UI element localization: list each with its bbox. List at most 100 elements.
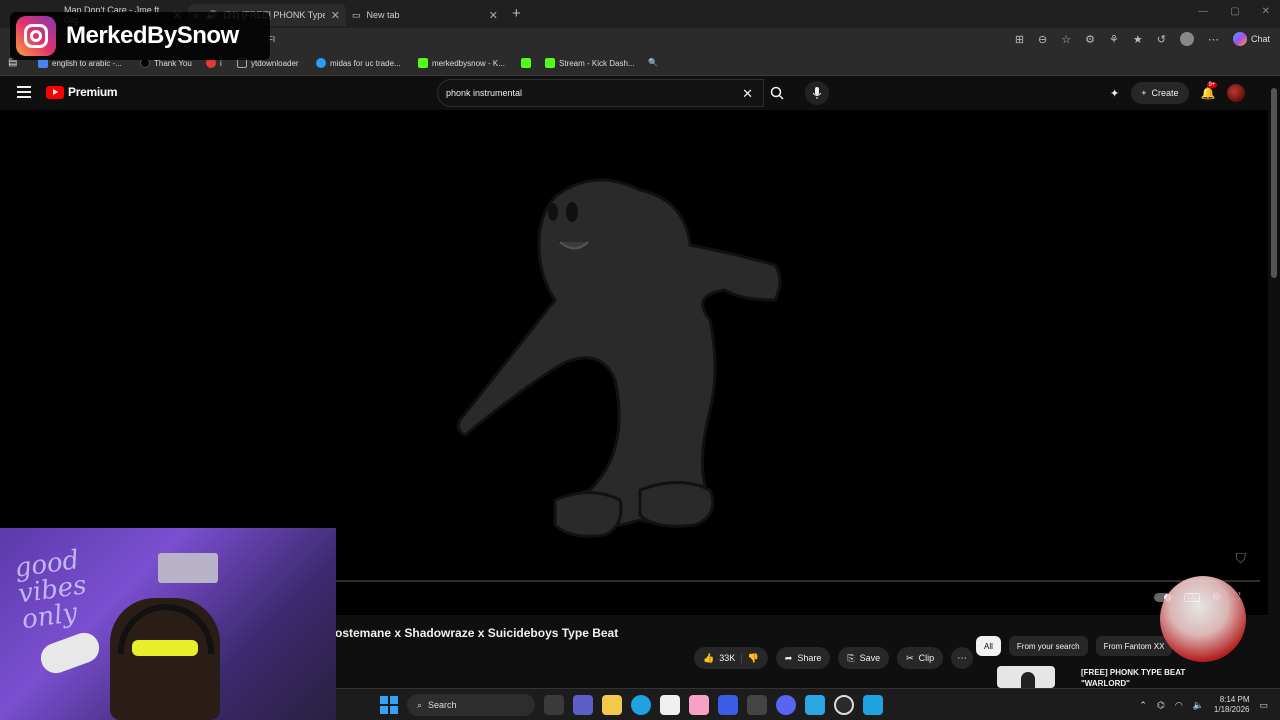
thumbs-up-icon: 👍 bbox=[703, 652, 715, 663]
page-scrollbar[interactable] bbox=[1268, 76, 1280, 688]
favorites-icon[interactable]: ★ bbox=[1133, 33, 1143, 46]
instagram-handle-overlay: MerkedBySnow bbox=[10, 12, 270, 60]
clock-date: 1/18/2026 bbox=[1213, 705, 1250, 714]
screen: { "browser": { "tabs": [ {"title": "Man … bbox=[0, 0, 1280, 720]
recommendation-title[interactable]: [FREE] PHONK TYPE BEAT "WARLORD" bbox=[1081, 667, 1191, 689]
decorative-orb bbox=[1160, 576, 1246, 662]
window-close-icon[interactable]: ✕ bbox=[1262, 6, 1270, 17]
bookmark-item[interactable]: midas for uc trade... bbox=[316, 58, 401, 68]
search-query: phonk instrumental bbox=[446, 88, 523, 98]
clip-label: Clip bbox=[918, 653, 935, 663]
apps-icon[interactable]: ⊞ bbox=[1015, 33, 1024, 46]
windows-start-icon[interactable] bbox=[380, 696, 398, 714]
save-label: Save bbox=[859, 653, 881, 663]
search-icon bbox=[770, 86, 784, 100]
search-input[interactable]: phonk instrumental ✕ bbox=[437, 79, 764, 107]
more-actions-button[interactable]: ⋯ bbox=[951, 647, 974, 669]
youtube-header: Premium phonk instrumental ✕ ✦ + Create … bbox=[0, 76, 1268, 110]
thumbs-down-icon[interactable]: 👎 bbox=[748, 653, 759, 664]
edge-icon[interactable] bbox=[631, 695, 651, 715]
video-actions: 👍 33K | 👎 ➦ Share ⎘ Save ✂ Clip ⋯ bbox=[694, 647, 974, 669]
close-icon[interactable]: ✕ bbox=[331, 9, 340, 22]
avatar[interactable] bbox=[1227, 84, 1246, 102]
recording-icon[interactable]: ✦ bbox=[1110, 87, 1119, 100]
minimize-icon[interactable]: — bbox=[1198, 6, 1208, 17]
wall-poster bbox=[158, 553, 218, 583]
file-explorer-icon[interactable] bbox=[602, 695, 622, 715]
obs-icon[interactable] bbox=[834, 695, 854, 715]
taskbar-search-label: Search bbox=[428, 700, 457, 710]
taskbar-apps: ⌕ Search bbox=[380, 694, 883, 716]
settings-app-icon[interactable] bbox=[747, 695, 767, 715]
chip-all[interactable]: All bbox=[976, 636, 1001, 656]
share-button[interactable]: ➦ Share bbox=[775, 647, 831, 669]
copilot-chat-button[interactable]: Chat bbox=[1232, 32, 1270, 46]
recommendation-thumbnail[interactable] bbox=[997, 666, 1055, 688]
video-title: ostemane x Shadowraze x Suicideboys Type… bbox=[335, 626, 619, 640]
create-label: Create bbox=[1151, 88, 1179, 98]
scissors-icon: ✂ bbox=[906, 652, 914, 663]
glasses bbox=[132, 640, 198, 656]
zoom-icon[interactable]: ⊖ bbox=[1038, 33, 1047, 46]
tab-new[interactable]: ▭ New tab ✕ bbox=[346, 4, 504, 26]
wifi-icon[interactable]: ◠ bbox=[1175, 700, 1183, 711]
browser-toolbar-icons: ⊞ ⊖ ☆ ⚙ ⚘ ★ ↺ ⋯ Chat bbox=[1015, 32, 1270, 46]
extensions-icon[interactable]: ⚙ bbox=[1085, 33, 1095, 46]
notepad-icon[interactable] bbox=[805, 695, 825, 715]
chip-from-search[interactable]: From your search bbox=[1008, 636, 1088, 656]
plus-icon: + bbox=[1141, 88, 1147, 98]
chip-from-channel[interactable]: From Fantom XX bbox=[1095, 636, 1173, 656]
instagram-icon bbox=[16, 16, 56, 56]
ghost-character-illustration bbox=[456, 178, 782, 538]
bookmark-item[interactable]: merkedbysnow - K... bbox=[418, 58, 505, 68]
kick-icon bbox=[418, 58, 428, 68]
task-view-icon[interactable] bbox=[544, 695, 564, 715]
notification-icon[interactable]: ▭ bbox=[1259, 700, 1268, 711]
youtube-premium-logo[interactable]: Premium bbox=[46, 85, 118, 99]
network-icon[interactable]: ⌬ bbox=[1157, 700, 1165, 711]
save-button[interactable]: ⎘ Save bbox=[838, 647, 890, 669]
bookmark-item[interactable] bbox=[521, 58, 535, 68]
scrollbar-thumb[interactable] bbox=[1271, 88, 1277, 278]
extension-icon[interactable]: ⚘ bbox=[1109, 33, 1119, 46]
volume-icon[interactable]: 🔈 bbox=[1193, 700, 1204, 711]
voice-search-button[interactable] bbox=[805, 81, 829, 105]
store-icon[interactable] bbox=[660, 695, 680, 715]
share-label: Share bbox=[797, 653, 822, 663]
youtube-play-icon bbox=[46, 85, 64, 99]
like-button[interactable]: 👍 33K | 👎 bbox=[694, 647, 768, 669]
bookmark-item[interactable]: Stream - Kick Dash... bbox=[545, 58, 635, 68]
history-icon[interactable]: ↺ bbox=[1157, 33, 1166, 46]
app-icon[interactable] bbox=[863, 695, 883, 715]
discord-icon[interactable] bbox=[776, 695, 796, 715]
search-bookmark-icon[interactable]: 🔍 bbox=[648, 58, 658, 67]
create-button[interactable]: + Create bbox=[1131, 82, 1189, 104]
like-count: 33K bbox=[719, 653, 736, 663]
microphone-icon bbox=[812, 87, 822, 99]
menu-icon[interactable] bbox=[17, 86, 31, 101]
notifications-button[interactable]: 🔔 9+ bbox=[1201, 82, 1218, 100]
fullscreen-exit-icon[interactable]: ⛉ bbox=[1236, 550, 1247, 567]
neon-sign: good vibes only bbox=[12, 545, 89, 636]
search-button[interactable] bbox=[764, 79, 790, 107]
new-tab-button[interactable]: + bbox=[512, 5, 521, 22]
maximize-icon[interactable]: ▢ bbox=[1230, 6, 1239, 17]
close-icon[interactable]: ✕ bbox=[489, 9, 498, 22]
favorite-star-icon[interactable]: ☆ bbox=[1061, 33, 1071, 46]
kick-icon bbox=[545, 58, 555, 68]
header-actions: ✦ + Create 🔔 9+ bbox=[1110, 82, 1246, 104]
site-icon bbox=[316, 58, 326, 68]
chevron-up-icon[interactable]: ⌃ bbox=[1139, 700, 1147, 711]
clip-button[interactable]: ✂ Clip bbox=[897, 647, 944, 669]
profile-icon[interactable] bbox=[1179, 32, 1194, 46]
taskbar-search[interactable]: ⌕ Search bbox=[407, 694, 535, 716]
window-controls: — ▢ ✕ bbox=[1198, 6, 1270, 17]
more-icon[interactable]: ⋯ bbox=[1208, 33, 1219, 46]
clear-search-icon[interactable]: ✕ bbox=[742, 86, 753, 102]
logo-text: Premium bbox=[68, 85, 118, 99]
teams-icon[interactable] bbox=[573, 695, 593, 715]
copilot-icon[interactable] bbox=[718, 695, 738, 715]
app-icon[interactable] bbox=[689, 695, 709, 715]
clock[interactable]: 8:14 PM 1/18/2026 bbox=[1214, 695, 1250, 715]
search-icon: ⌕ bbox=[417, 699, 423, 710]
